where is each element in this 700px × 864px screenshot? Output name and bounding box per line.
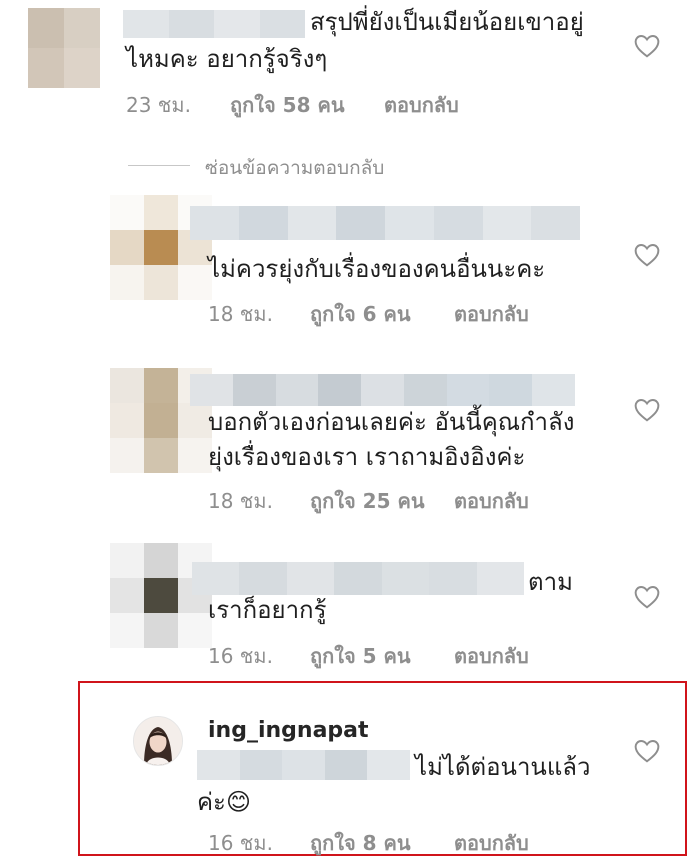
heart-icon[interactable] <box>634 398 660 422</box>
comment-text-line-2: เราก็อยากรู้ <box>208 596 327 624</box>
timestamp: 18 ชม. <box>208 302 273 326</box>
blurred-username[interactable] <box>190 374 576 406</box>
reply-button[interactable]: ตอบกลับ <box>454 298 529 330</box>
avatar[interactable] <box>110 543 212 648</box>
comment-text-line-2: ค่ะ😊 <box>197 788 251 816</box>
like-count[interactable]: ถูกใจ 25 คน <box>310 485 425 517</box>
timestamp: 23 ชม. <box>126 93 191 117</box>
like-count[interactable]: ถูกใจ 5 คน <box>310 640 411 672</box>
reply-button[interactable]: ตอบกลับ <box>454 485 529 517</box>
timestamp: 16 ชม. <box>208 831 273 855</box>
blurred-mention[interactable] <box>197 750 410 780</box>
blurred-username[interactable] <box>192 562 524 595</box>
like-count[interactable]: ถูกใจ 6 คน <box>310 298 411 330</box>
heart-icon[interactable] <box>634 243 660 267</box>
heart-icon[interactable] <box>634 585 660 609</box>
heart-icon[interactable] <box>634 34 660 58</box>
reply-button[interactable]: ตอบกลับ <box>384 89 459 121</box>
reply-button[interactable]: ตอบกลับ <box>454 827 529 859</box>
comment-text-line-1: ไม่ควรยุ่งกับเรื่องของคนอื่นนะคะ <box>208 255 546 283</box>
comment-text-line-1: ตาม <box>528 568 573 596</box>
comment-text-line-1: บอกตัวเองก่อนเลยค่ะ อันนี้คุณกำลัง <box>208 408 575 436</box>
reply-button[interactable]: ตอบกลับ <box>454 640 529 672</box>
divider-line <box>128 165 190 166</box>
blurred-username[interactable] <box>190 206 580 240</box>
comment-text-line-2: ไหมคะ อยากรู้จริงๆ <box>126 45 328 73</box>
timestamp: 18 ชม. <box>208 489 273 513</box>
like-count[interactable]: ถูกใจ 58 คน <box>230 89 345 121</box>
comment-text-line-2: ยุ่งเรื่องของเรา เราถามอิงอิงค่ะ <box>208 443 526 471</box>
hide-replies-label: ซ่อนข้อความตอบกลับ <box>205 157 385 179</box>
timestamp: 16 ชม. <box>208 644 273 668</box>
blurred-username[interactable] <box>123 10 305 38</box>
comment-text-line-1: สรุปพี่ยังเป็นเมียน้อยเขาอยู่ <box>310 8 584 36</box>
heart-icon[interactable] <box>634 739 660 763</box>
comment-text-line-1: ไม่ได้ต่อนานแล้ว <box>415 753 591 781</box>
like-count[interactable]: ถูกใจ 8 คน <box>310 827 411 859</box>
username[interactable]: ing_ingnapat <box>208 718 369 743</box>
avatar[interactable] <box>133 716 183 766</box>
avatar[interactable] <box>28 8 100 88</box>
